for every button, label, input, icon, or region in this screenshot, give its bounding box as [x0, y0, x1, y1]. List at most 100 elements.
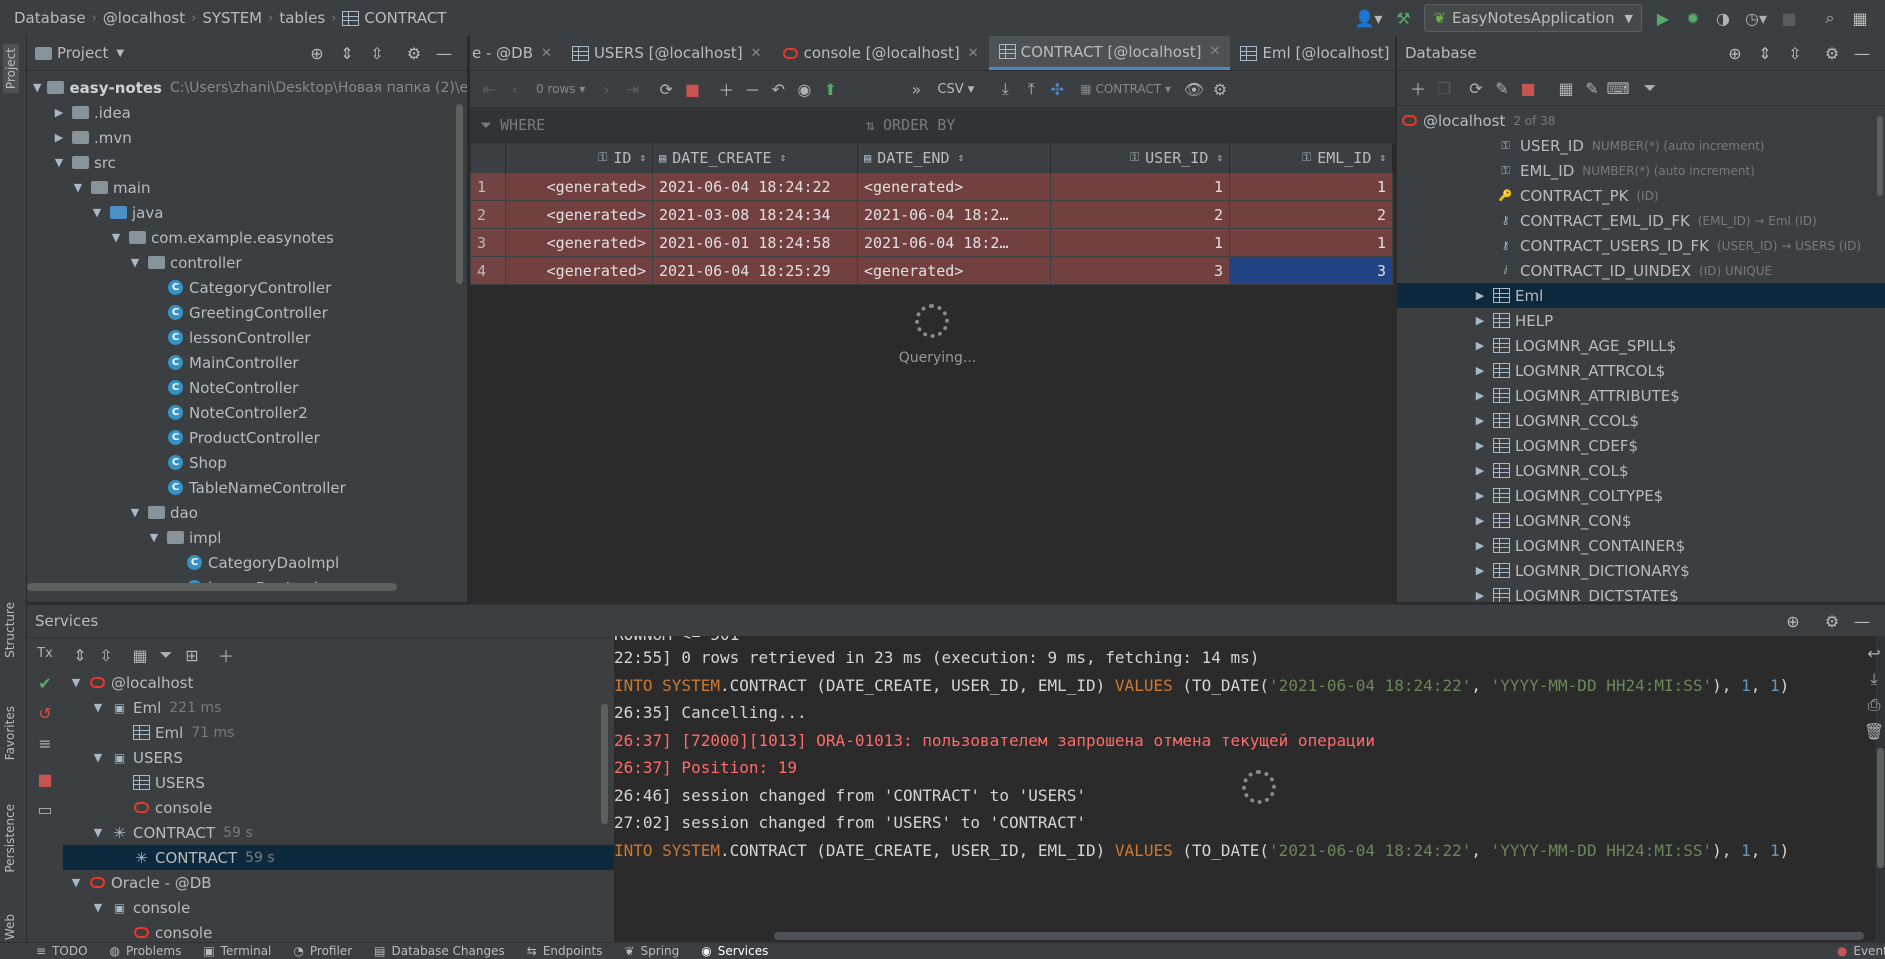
chevron-down-icon[interactable]: ▼ — [128, 256, 142, 269]
chevron-down-icon[interactable]: ▼ — [69, 676, 83, 689]
minimize-icon[interactable]: — — [432, 41, 456, 65]
chevron-right-icon[interactable]: ▶ — [1473, 464, 1487, 477]
service-tree-item[interactable]: ▼ ▣ Eml 221 ms — [63, 695, 634, 720]
db-table-node[interactable]: ▶ LOGMNR_AGE_SPILL$ — [1397, 333, 1885, 358]
row-number[interactable]: 3 — [470, 228, 506, 257]
db-column-node[interactable]: ⚿ USER_ID NUMBER(*) (auto increment) — [1397, 133, 1885, 158]
minimize-icon[interactable]: — — [1850, 41, 1874, 65]
filter-icon[interactable]: ⏷ — [153, 642, 179, 668]
refresh-icon[interactable]: ⟳ — [1463, 75, 1489, 101]
service-tree-item[interactable]: ✳ CONTRACT 59 s — [63, 845, 634, 870]
chevron-down-icon[interactable]: ▼ — [91, 826, 105, 839]
project-tree-item[interactable]: C Shop — [27, 450, 467, 475]
sort-icon[interactable]: ⇕ — [639, 151, 646, 164]
horizontal-scrollbar[interactable] — [27, 583, 397, 591]
chevron-right-icon[interactable]: ▶ — [1473, 364, 1487, 377]
locate-icon[interactable]: ⊕ — [305, 41, 329, 65]
collapse-all-icon[interactable]: ⇳ — [1783, 41, 1807, 65]
breadcrumb-tables[interactable]: tables — [279, 9, 325, 27]
service-tree-item[interactable]: console — [63, 795, 634, 820]
project-tree-item[interactable]: ▼ impl — [27, 525, 467, 550]
table-selector[interactable]: ▦ CONTRACT ▾ — [1080, 82, 1171, 96]
db-column-node[interactable]: ⅈ CONTRACT_ID_UINDEX (ID) UNIQUE — [1397, 258, 1885, 283]
add-icon[interactable]: ＋ — [1405, 75, 1431, 101]
cell-eml-id[interactable]: 2 — [1229, 200, 1393, 229]
favorites-tool-tab[interactable]: Favorites — [3, 706, 17, 760]
bottom-tab-services[interactable]: ◉ Services — [701, 944, 768, 958]
cell-user-id[interactable]: 2 — [1050, 200, 1230, 229]
gear-icon[interactable]: ⚙ — [1820, 41, 1844, 65]
profile-icon[interactable]: ◷▾ — [1741, 6, 1771, 30]
close-icon[interactable]: ✕ — [751, 46, 762, 61]
service-tree-item[interactable]: Eml 71 ms — [63, 720, 634, 745]
vertical-scrollbar[interactable] — [601, 704, 608, 824]
cell-user-id[interactable]: 1 — [1050, 228, 1230, 257]
service-tree-item[interactable]: console — [63, 920, 634, 942]
copy-icon[interactable]: ❐ — [1431, 75, 1457, 101]
table-view-icon[interactable]: ▦ — [1553, 75, 1579, 101]
table-row[interactable]: 3 <generated> 2021-06-01 18:24:58 2021-06-0… — [470, 228, 1393, 257]
commit-check-icon[interactable]: ✔ — [32, 670, 58, 696]
service-tree-item[interactable]: ▼ ▣ USERS — [63, 745, 634, 770]
db-table-node[interactable]: ▶ LOGMNR_CCOL$ — [1397, 408, 1885, 433]
breadcrumb-schema[interactable]: SYSTEM — [202, 9, 262, 27]
output-icon[interactable]: ≡ — [32, 730, 58, 756]
chevron-right-icon[interactable]: ▶ — [52, 106, 66, 119]
gear-icon[interactable]: ⚙ — [1820, 609, 1844, 633]
project-tree-item[interactable]: C CategoryDaoImpl — [27, 550, 467, 575]
project-tree-item[interactable]: ▶ .idea — [27, 100, 467, 125]
bottom-tab-todo[interactable]: ≡ TODO — [36, 944, 88, 958]
scroll-to-end-icon[interactable]: ⤓ — [1861, 666, 1885, 692]
cell-date-create[interactable]: 2021-06-04 18:24:22 — [652, 172, 858, 201]
upload-icon[interactable]: ⤒ — [1018, 76, 1044, 102]
sort-icon[interactable]: ⇕ — [1216, 151, 1223, 164]
column-header-user-id[interactable]: ⚿ USER_ID ⇕ — [1050, 143, 1230, 173]
service-tree-item[interactable]: ▼ @localhost — [63, 670, 634, 695]
sort-icon[interactable]: ⇕ — [957, 151, 964, 164]
collapse-all-icon[interactable]: ⇳ — [93, 642, 119, 668]
project-tree-item[interactable]: ▼ dao — [27, 500, 467, 525]
cell-date-end[interactable]: 2021-06-04 18:2… — [857, 200, 1051, 229]
add-row-icon[interactable]: ＋ — [713, 76, 739, 102]
project-tree-item[interactable]: C CategoryController — [27, 275, 467, 300]
cell-user-id[interactable]: 3 — [1050, 256, 1230, 285]
vertical-scrollbar[interactable] — [1877, 748, 1884, 868]
breadcrumb-table[interactable]: CONTRACT — [364, 9, 446, 27]
db-column-node[interactable]: ⚷ CONTRACT_USERS_ID_FK (USER_ID) → USERS (… — [1397, 233, 1885, 258]
db-table-node[interactable]: ▶ LOGMNR_DICTSTATE$ — [1397, 583, 1885, 602]
vertical-scrollbar[interactable] — [1877, 116, 1883, 196]
cell-eml-id[interactable]: 3 — [1229, 256, 1393, 285]
run-configuration-select[interactable]: ❦ EasyNotesApplication ▼ — [1424, 4, 1642, 32]
db-column-node[interactable]: ⚿ EML_ID NUMBER(*) (auto increment) — [1397, 158, 1885, 183]
cell-date-end[interactable]: <generated> — [857, 256, 1051, 285]
service-tree-item[interactable]: USERS — [63, 770, 634, 795]
project-tree-item[interactable]: C MainController — [27, 350, 467, 375]
chevron-down-icon[interactable]: ▼ — [71, 181, 85, 194]
compare-icon[interactable]: ✣ — [1044, 76, 1070, 102]
cell-eml-id[interactable]: 1 — [1229, 172, 1393, 201]
prev-page-icon[interactable]: ‹ — [502, 76, 528, 102]
filter-icon[interactable]: ⏷ — [1637, 75, 1663, 101]
project-tree-item[interactable]: C NoteController2 — [27, 400, 467, 425]
project-tree-item[interactable]: ▶ .mvn — [27, 125, 467, 150]
chevron-right-icon[interactable]: ▶ — [1473, 389, 1487, 402]
table-row[interactable]: 4 <generated> 2021-06-04 18:25:29 <generate… — [470, 256, 1393, 285]
project-tree-item[interactable]: ▼ com.example.easynotes — [27, 225, 467, 250]
chevron-down-icon[interactable]: ▼ — [116, 48, 124, 59]
row-number[interactable]: 2 — [470, 200, 506, 229]
chevron-right-icon[interactable]: ▶ — [1473, 339, 1487, 352]
project-tree-item[interactable]: ▼ java — [27, 200, 467, 225]
run-icon[interactable]: ▶ — [1651, 6, 1675, 30]
print-icon[interactable]: ⎙ — [1861, 692, 1885, 718]
stop-icon[interactable]: ■ — [679, 76, 705, 102]
db-column-node[interactable]: 🔑 CONTRACT_PK (ID) — [1397, 183, 1885, 208]
cell-id[interactable]: <generated> — [505, 172, 653, 201]
chevron-down-icon[interactable]: ▼ — [69, 876, 83, 889]
ide-update-icon[interactable]: ▦ — [1848, 6, 1872, 30]
breadcrumb-host[interactable]: @localhost — [103, 9, 185, 27]
tree-root[interactable]: ▼ easy-notes C:\Users\zhani\Desktop\Нова… — [27, 75, 467, 100]
project-tree-item[interactable]: C ProductController — [27, 425, 467, 450]
cell-id[interactable]: <generated> — [505, 256, 653, 285]
cell-date-create[interactable]: 2021-06-01 18:24:58 — [652, 228, 858, 257]
project-tree-item[interactable]: C GreetingController — [27, 300, 467, 325]
